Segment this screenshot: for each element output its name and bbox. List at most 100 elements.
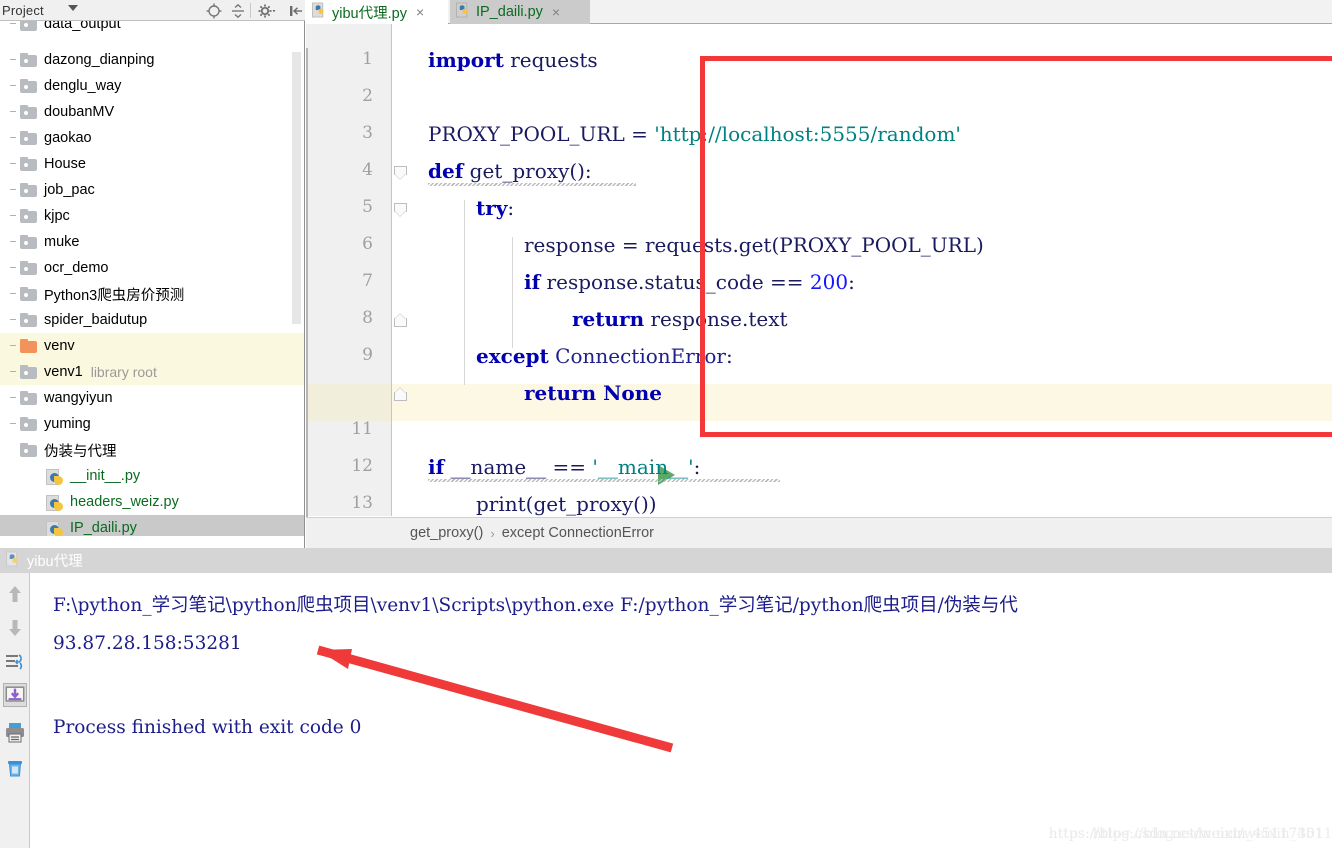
tree-twisty-icon[interactable] <box>8 203 20 229</box>
console-output[interactable]: https://blog.csdn.net/weixin_45117301 ht… <box>31 573 1332 848</box>
chevron-down-icon[interactable] <box>68 5 78 11</box>
tree-twisty-icon[interactable] <box>8 229 20 255</box>
tree-item-icon <box>20 182 38 198</box>
tree-item-icon <box>20 208 38 224</box>
code-line: def get_proxy(): <box>428 159 592 183</box>
tree-item-label: __init__.py <box>70 468 141 484</box>
line-number: 1 <box>362 49 373 69</box>
tree-twisty-icon[interactable] <box>8 177 20 203</box>
code-editor[interactable]: 12345678910111213 import requestsPROXY_P… <box>306 24 1332 540</box>
close-icon[interactable]: × <box>416 5 424 19</box>
tree-item-label: 伪装与代理 <box>44 443 117 460</box>
code-line: try: <box>476 196 515 220</box>
scroll-down-icon[interactable] <box>3 616 27 640</box>
code-line: print(get_proxy()) <box>476 492 657 516</box>
tree-item[interactable]: spider_baidutup <box>0 307 305 333</box>
editor-tab-yibu[interactable]: yibu代理.py × <box>306 0 448 24</box>
tree-item[interactable]: yuming <box>0 411 305 437</box>
tree-twisty-icon[interactable] <box>8 333 20 359</box>
tree-item-icon <box>20 442 38 458</box>
tree-twisty-icon[interactable] <box>8 307 20 333</box>
tree-item-icon <box>20 364 38 380</box>
tree-item-label: yuming <box>44 416 91 432</box>
tree-twisty-icon[interactable] <box>8 125 20 151</box>
tree-item-icon <box>46 520 64 537</box>
panel-divider <box>304 21 305 548</box>
tree-item-label: venv <box>44 338 75 354</box>
fold-marker-icon[interactable] <box>394 387 407 401</box>
tree-item[interactable]: venv <box>0 333 305 359</box>
tree-twisty-icon[interactable] <box>8 73 20 99</box>
code-line: if response.status_code == 200: <box>524 270 855 294</box>
tree-item[interactable]: Python3爬虫房价预测 <box>0 281 305 307</box>
fold-markers-column[interactable] <box>392 24 412 516</box>
tree-item-label: doubanMV <box>44 104 115 120</box>
tree-item-label: kjpc <box>44 208 70 224</box>
tree-item[interactable]: ocr_demo <box>0 255 305 281</box>
tree-twisty-icon[interactable] <box>8 437 20 463</box>
breadcrumb-item-0[interactable]: get_proxy() <box>410 525 483 541</box>
tree-item-label: venv1 <box>44 364 83 380</box>
line-number: 9 <box>362 345 373 365</box>
print-icon[interactable] <box>3 720 27 744</box>
project-panel-header: Project <box>0 0 305 21</box>
tree-item[interactable]: wangyiyun <box>0 385 305 411</box>
tree-item[interactable]: headers_weiz.py <box>0 489 305 515</box>
code-line: return None <box>524 381 662 405</box>
breadcrumb-item-1[interactable]: except ConnectionError <box>502 525 654 541</box>
tree-twisty-icon[interactable] <box>8 151 20 177</box>
locate-icon[interactable] <box>206 3 222 19</box>
editor-tab-ipdaili[interactable]: IP_daili.py × <box>450 0 590 24</box>
scroll-to-end-icon[interactable] <box>3 683 27 707</box>
breadcrumb[interactable]: get_proxy() › except ConnectionError <box>306 517 1332 548</box>
fold-marker-icon[interactable] <box>394 313 407 327</box>
tree-item-icon <box>20 390 38 406</box>
tree-item[interactable]: 伪装与代理 <box>0 437 305 463</box>
console-line: F:\python_学习笔记\python爬虫项目\venv1\Scripts\… <box>53 595 1018 616</box>
project-panel-title: Project <box>2 2 44 18</box>
tree-item[interactable]: doubanMV <box>0 99 305 125</box>
tree-twisty-icon[interactable] <box>8 281 20 307</box>
code-text[interactable]: import requests PROXY_POOL_URL = 'http://… <box>412 24 1332 516</box>
tree-twisty-icon[interactable] <box>8 359 20 385</box>
tree-item[interactable]: kjpc <box>0 203 305 229</box>
project-tree-scrollbar[interactable] <box>292 52 301 324</box>
trash-icon[interactable] <box>3 755 27 779</box>
tree-twisty-icon[interactable] <box>8 385 20 411</box>
gear-icon[interactable] <box>258 3 276 19</box>
python-file-icon <box>312 2 327 22</box>
tree-item[interactable]: muke <box>0 229 305 255</box>
tree-twisty-icon[interactable] <box>8 255 20 281</box>
project-tool-window: Project data_output dazong_dianping deng… <box>0 0 305 548</box>
tree-item[interactable]: gaokao <box>0 125 305 151</box>
tree-item-icon <box>20 260 38 276</box>
scroll-up-icon[interactable] <box>3 582 27 606</box>
tree-item[interactable]: data_output <box>0 21 305 37</box>
tree-item[interactable]: denglu_way <box>0 73 305 99</box>
tree-item[interactable]: venv1 library root <box>0 359 305 385</box>
tree-twisty-icon[interactable] <box>8 47 20 73</box>
tree-item[interactable]: House <box>0 151 305 177</box>
collapse-all-icon[interactable] <box>230 3 246 19</box>
editor-gutter[interactable]: 12345678910111213 <box>306 24 391 516</box>
soft-wrap-icon[interactable] <box>3 650 27 674</box>
tree-item-icon <box>20 78 38 94</box>
tree-item[interactable]: job_pac <box>0 177 305 203</box>
console-line: Process finished with exit code 0 <box>53 717 362 738</box>
fold-marker-icon[interactable] <box>394 166 407 180</box>
run-tab[interactable]: yibu代理 <box>0 548 83 573</box>
hide-panel-icon[interactable] <box>288 3 304 19</box>
tree-item-label: job_pac <box>44 182 95 198</box>
code-line: response = requests.get(PROXY_POOL_URL) <box>524 233 984 257</box>
tree-twisty-icon[interactable] <box>8 21 20 37</box>
tree-twisty-icon[interactable] <box>8 99 20 125</box>
tree-item[interactable]: dazong_dianping <box>0 47 305 73</box>
tree-item[interactable]: __init__.py <box>0 463 305 489</box>
tree-item-label: muke <box>44 234 80 250</box>
tree-item-icon <box>20 156 38 172</box>
close-icon[interactable]: × <box>552 5 560 19</box>
fold-marker-icon[interactable] <box>394 203 407 217</box>
project-tree[interactable]: data_output dazong_dianping denglu_waydoub… <box>0 21 305 548</box>
line-number: 4 <box>362 160 373 180</box>
tree-twisty-icon[interactable] <box>8 411 20 437</box>
